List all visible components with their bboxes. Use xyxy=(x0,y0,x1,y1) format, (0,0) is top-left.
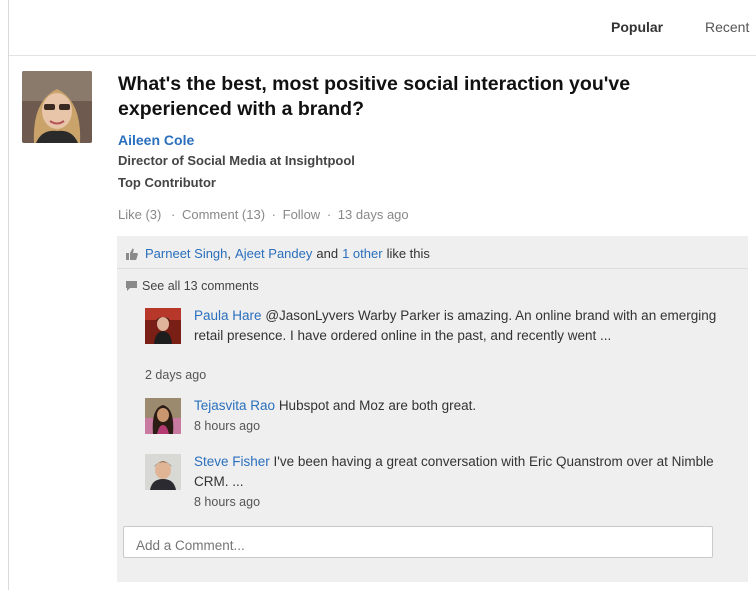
author-badge: Top Contributor xyxy=(118,175,216,190)
divider xyxy=(117,268,748,269)
commenter-avatar[interactable] xyxy=(145,398,181,434)
comments-panel: Parneet Singh , Ajeet Pandey and 1 other… xyxy=(117,236,748,582)
separator: · xyxy=(326,207,332,222)
follow-link[interactable]: Follow xyxy=(283,207,321,222)
commenter-avatar[interactable] xyxy=(145,454,181,490)
comment-time: 8 hours ago xyxy=(194,495,261,509)
comment-link[interactable]: Comment (13) xyxy=(182,207,265,222)
post-actions: Like (3) · Comment (13) · Follow · 13 da… xyxy=(118,207,409,222)
separator: · xyxy=(170,207,176,222)
likes-others-link[interactable]: 1 other xyxy=(342,246,382,261)
post-title[interactable]: What's the best, most positive social in… xyxy=(118,72,728,122)
thumbs-up-icon xyxy=(125,247,139,261)
author-avatar[interactable] xyxy=(22,71,92,143)
tab-popular[interactable]: Popular xyxy=(611,19,663,35)
liker-link[interactable]: Parneet Singh xyxy=(145,246,227,261)
commenter-avatar[interactable] xyxy=(145,308,181,344)
comment-time: 2 days ago xyxy=(145,368,207,382)
comment-author-link[interactable]: Paula Hare xyxy=(194,308,262,323)
comment-body: Steve Fisher I've been having a great co… xyxy=(194,452,734,512)
author-headline: Director of Social Media at Insightpool xyxy=(118,153,355,168)
see-all-label: See all 13 comments xyxy=(142,279,259,293)
tab-recent[interactable]: Recent xyxy=(705,19,749,35)
likes-comma: , xyxy=(227,246,232,261)
likes-and: and xyxy=(316,246,339,261)
add-comment-input[interactable] xyxy=(123,526,713,558)
like-link[interactable]: Like (3) xyxy=(118,207,161,222)
comment-author-link[interactable]: Steve Fisher xyxy=(194,454,270,469)
liker-link[interactable]: Ajeet Pandey xyxy=(235,246,312,261)
comment-body: Tejasvita Rao Hubspot and Moz are both g… xyxy=(194,396,734,436)
separator: · xyxy=(271,207,276,222)
author-name-link[interactable]: Aileen Cole xyxy=(118,132,194,148)
likes-suffix: like this xyxy=(386,246,430,261)
comment-body: Paula Hare @JasonLyvers Warby Parker is … xyxy=(194,306,734,346)
comment-text: @JasonLyvers Warby Parker is amazing. An… xyxy=(194,308,717,343)
comment-author-link[interactable]: Tejasvita Rao xyxy=(194,398,275,413)
likes-summary: Parneet Singh , Ajeet Pandey and 1 other… xyxy=(125,246,430,261)
see-all-comments[interactable]: See all 13 comments xyxy=(125,279,259,293)
post-age: 13 days ago xyxy=(337,207,409,222)
comment-time: 8 hours ago xyxy=(194,419,261,433)
comment-text: Hubspot and Moz are both great. xyxy=(278,398,477,413)
comment-text: I've been having a great conversation wi… xyxy=(194,454,714,489)
speech-bubble-icon xyxy=(125,280,138,292)
sort-tabs: Popular Recent xyxy=(9,0,756,56)
